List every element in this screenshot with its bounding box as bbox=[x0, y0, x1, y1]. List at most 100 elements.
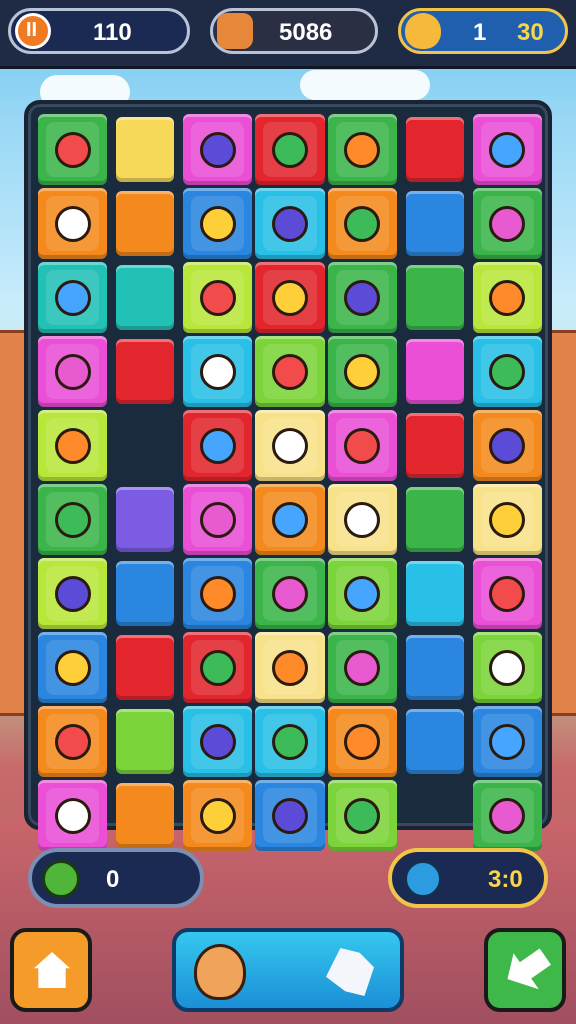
tile[interactable] bbox=[406, 265, 464, 330]
coins-counter: 5086 bbox=[210, 8, 378, 54]
tile[interactable] bbox=[327, 336, 398, 407]
tile[interactable] bbox=[38, 410, 108, 481]
tile-face bbox=[480, 492, 534, 547]
tile[interactable] bbox=[116, 561, 174, 626]
tile[interactable] bbox=[255, 410, 325, 481]
booster-counter[interactable]: 3:0 bbox=[388, 848, 548, 908]
heart-icon bbox=[344, 353, 381, 390]
home-button[interactable] bbox=[10, 928, 92, 1012]
tile[interactable] bbox=[406, 561, 464, 626]
tile[interactable] bbox=[472, 558, 542, 629]
tile[interactable] bbox=[38, 706, 108, 777]
tile[interactable] bbox=[255, 706, 325, 777]
tile[interactable] bbox=[472, 262, 542, 333]
sweet-potato-icon bbox=[489, 797, 526, 834]
tile[interactable] bbox=[116, 635, 174, 700]
play-button[interactable] bbox=[172, 928, 404, 1012]
tile[interactable] bbox=[327, 558, 398, 629]
tile-face bbox=[480, 122, 534, 177]
tile[interactable] bbox=[472, 706, 542, 777]
tile[interactable] bbox=[472, 410, 542, 481]
tile[interactable] bbox=[116, 191, 174, 256]
tile[interactable] bbox=[182, 484, 253, 555]
tile[interactable] bbox=[38, 262, 108, 333]
tile-face bbox=[335, 788, 390, 843]
tile[interactable] bbox=[38, 632, 108, 703]
tile[interactable] bbox=[472, 188, 542, 259]
tile[interactable] bbox=[472, 336, 542, 407]
tile[interactable] bbox=[406, 191, 464, 256]
tile[interactable] bbox=[327, 188, 398, 259]
tile[interactable] bbox=[327, 410, 398, 481]
tile[interactable] bbox=[327, 484, 398, 555]
tile-face bbox=[480, 788, 534, 843]
tile[interactable] bbox=[116, 783, 174, 848]
star-icon bbox=[344, 797, 381, 834]
tile-face bbox=[190, 492, 245, 547]
tile[interactable] bbox=[182, 706, 253, 777]
apple-icon bbox=[344, 723, 381, 760]
next-button[interactable] bbox=[484, 928, 566, 1012]
tile[interactable] bbox=[116, 709, 174, 774]
tile[interactable] bbox=[406, 413, 464, 478]
tile[interactable] bbox=[182, 262, 253, 333]
grape-icon bbox=[271, 723, 308, 760]
tile[interactable] bbox=[327, 706, 398, 777]
bandage-icon bbox=[54, 723, 91, 760]
tile[interactable] bbox=[182, 632, 253, 703]
tile[interactable] bbox=[182, 188, 253, 259]
tile[interactable] bbox=[182, 410, 253, 481]
tile-face bbox=[190, 788, 245, 843]
tile[interactable] bbox=[255, 558, 325, 629]
tile-face bbox=[480, 344, 534, 399]
tile[interactable] bbox=[255, 336, 325, 407]
tile[interactable] bbox=[472, 632, 542, 703]
tile[interactable] bbox=[38, 484, 108, 555]
heart-icon bbox=[199, 575, 236, 612]
tile[interactable] bbox=[472, 780, 542, 851]
tile[interactable] bbox=[406, 635, 464, 700]
tile[interactable] bbox=[255, 780, 325, 851]
tile[interactable] bbox=[116, 117, 174, 182]
coins-value: 5086 bbox=[279, 19, 333, 46]
tile[interactable] bbox=[182, 780, 253, 851]
tile[interactable] bbox=[255, 188, 325, 259]
tile[interactable] bbox=[406, 117, 464, 182]
tile[interactable] bbox=[38, 188, 108, 259]
lemon-icon bbox=[271, 649, 308, 686]
tile[interactable] bbox=[38, 336, 108, 407]
tile-face bbox=[263, 566, 317, 621]
tile[interactable] bbox=[406, 709, 464, 774]
tile-face bbox=[335, 640, 390, 695]
tile[interactable] bbox=[38, 780, 108, 851]
umbrella-icon bbox=[489, 205, 526, 242]
tile[interactable] bbox=[116, 265, 174, 330]
tile-face bbox=[46, 344, 100, 399]
tile[interactable] bbox=[182, 114, 253, 185]
tile[interactable] bbox=[255, 632, 325, 703]
flower-bud-icon bbox=[199, 205, 236, 242]
tile[interactable] bbox=[38, 114, 108, 185]
cake-slice-icon bbox=[271, 279, 308, 316]
tile[interactable] bbox=[327, 262, 398, 333]
tile[interactable] bbox=[255, 114, 325, 185]
tile[interactable] bbox=[327, 780, 398, 851]
tile[interactable] bbox=[116, 339, 174, 404]
tile[interactable] bbox=[255, 484, 325, 555]
tile[interactable] bbox=[182, 336, 253, 407]
tile[interactable] bbox=[406, 339, 464, 404]
tile[interactable] bbox=[255, 262, 325, 333]
tile[interactable] bbox=[182, 558, 253, 629]
tile[interactable] bbox=[472, 484, 542, 555]
pause-icon[interactable] bbox=[15, 13, 51, 49]
flower-icon bbox=[54, 501, 91, 538]
tile[interactable] bbox=[327, 632, 398, 703]
tile[interactable] bbox=[38, 558, 108, 629]
lives-counter[interactable]: 110 bbox=[8, 8, 190, 54]
tile[interactable] bbox=[327, 114, 398, 185]
tile[interactable] bbox=[116, 487, 174, 552]
tile-face bbox=[263, 788, 317, 843]
tile[interactable] bbox=[472, 114, 542, 185]
tile-face bbox=[335, 492, 390, 547]
tile[interactable] bbox=[406, 487, 464, 552]
